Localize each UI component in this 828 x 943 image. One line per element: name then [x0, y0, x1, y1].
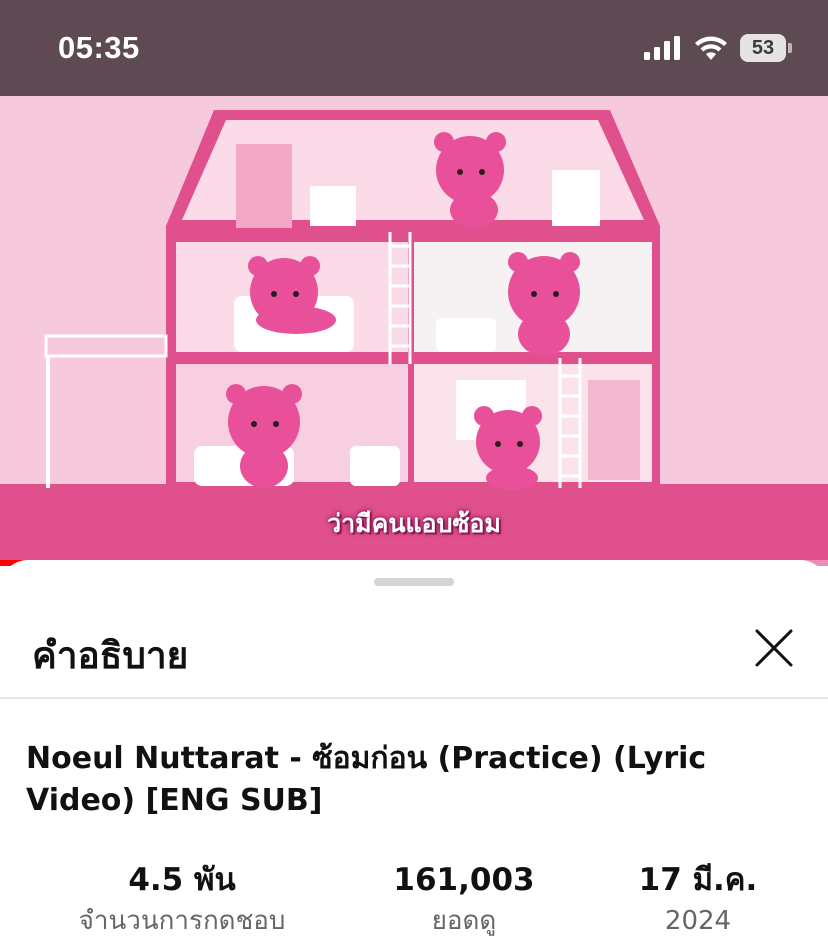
upload-date: 17 มี.ค. — [638, 862, 758, 898]
cellular-signal-icon — [644, 36, 680, 60]
upload-year: 2024 — [664, 906, 732, 936]
video-player[interactable]: ว่ามีคนแอบซ้อม — [0, 96, 828, 566]
likes-label: จำนวนการกดชอบ — [78, 906, 286, 936]
video-frame-illustration — [0, 96, 828, 566]
close-icon — [755, 629, 793, 667]
views-label: ยอดดู — [431, 906, 497, 936]
views-stat: 161,003 ยอดดู — [364, 860, 564, 940]
sheet-drag-handle[interactable] — [374, 578, 454, 586]
video-title: Noeul Nuttarat - ซ้อมก่อน (Practice) (Ly… — [26, 741, 707, 818]
sheet-title: คำอธิบาย — [32, 634, 189, 677]
battery-level: 53 — [740, 34, 786, 62]
video-stats: 4.5 พัน จำนวนการกดชอบ 161,003 ยอดดู 17 ม… — [0, 860, 828, 943]
views-count: 161,003 — [393, 862, 535, 898]
status-time: 05:35 — [58, 30, 140, 65]
video-caption: ว่ามีคนแอบซ้อม — [327, 509, 501, 538]
likes-count: 4.5 พัน — [128, 862, 236, 898]
status-bar: 05:35 53 — [0, 0, 828, 96]
battery-indicator: 53 — [740, 34, 792, 62]
description-sheet: คำอธิบาย Noeul Nuttarat - ซ้อมก่อน (Prac… — [0, 560, 828, 943]
date-stat: 17 มี.ค. 2024 — [608, 860, 788, 940]
status-icons: 53 — [644, 34, 792, 62]
sheet-divider — [0, 697, 828, 699]
close-button[interactable] — [750, 624, 798, 672]
battery-nub — [788, 43, 792, 53]
wifi-icon — [695, 36, 727, 60]
likes-stat: 4.5 พัน จำนวนการกดชอบ — [62, 860, 302, 940]
